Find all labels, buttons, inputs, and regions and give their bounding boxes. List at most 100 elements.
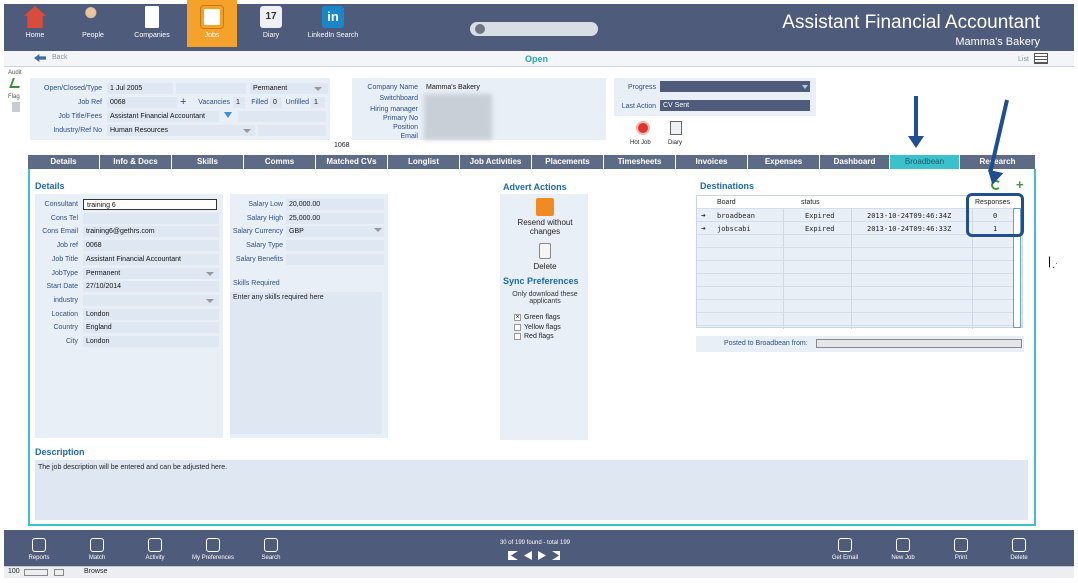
tab-research[interactable]: Research <box>960 155 1036 169</box>
next-record-icon[interactable] <box>538 551 546 560</box>
description-textarea[interactable]: The job description will be entered and … <box>35 460 1028 520</box>
audit-label[interactable]: Audit <box>8 70 22 76</box>
posted-from-field[interactable] <box>816 339 1022 348</box>
tab-broadbean[interactable]: Broadbean <box>890 155 960 170</box>
tab-longlist[interactable]: Longlist <box>388 155 460 169</box>
tab-info-docs[interactable]: Info & Docs <box>100 155 172 169</box>
green-flags-checkbox[interactable]: × <box>514 314 521 321</box>
closed-date-field[interactable] <box>176 83 246 94</box>
first-record-icon[interactable] <box>508 551 518 560</box>
tab-timesheets[interactable]: Timesheets <box>604 155 676 169</box>
country-field[interactable]: England <box>83 322 219 334</box>
unfilled-field[interactable]: 1 <box>311 97 325 108</box>
salary-low-field[interactable]: 20,000.00 <box>286 199 384 210</box>
search-button[interactable]: Search <box>243 532 299 561</box>
nav-home[interactable]: Home <box>10 4 60 47</box>
tab-comms[interactable]: Comms <box>244 155 316 169</box>
open-date-field[interactable]: 1 Jul 2005 <box>107 83 173 94</box>
delete-label: Delete <box>1010 555 1028 561</box>
board-cell: broadbean <box>717 212 755 220</box>
progress-select[interactable] <box>660 81 810 92</box>
filled-field[interactable]: 0 <box>270 97 282 108</box>
location-field[interactable]: London <box>83 308 219 320</box>
list-view-label[interactable]: List <box>1018 56 1029 63</box>
salary-type-field[interactable] <box>286 240 384 252</box>
back-button[interactable]: Back <box>52 54 68 61</box>
nav-companies[interactable]: Companies <box>127 4 177 47</box>
start-date-field[interactable]: 27/10/2014 <box>83 281 219 293</box>
row-arrow-icon[interactable]: ➔ <box>701 211 706 220</box>
nav-jobs[interactable]: Jobs <box>187 0 237 47</box>
delete-advert-button[interactable]: Delete <box>503 262 587 271</box>
reports-button[interactable]: Reports <box>11 532 67 561</box>
industry-select[interactable]: Human Resources <box>107 125 255 136</box>
trash-icon[interactable] <box>539 243 551 259</box>
fees-field[interactable] <box>238 111 326 122</box>
skills-required-textarea[interactable]: Enter any skills required here <box>230 292 382 434</box>
tab-details[interactable]: Details <box>28 155 100 169</box>
new-job-button[interactable]: New Job <box>875 532 931 561</box>
activity-icon <box>148 538 162 552</box>
job-title-field[interactable]: Assistant Financial Accountant <box>107 111 219 122</box>
match-button[interactable]: Match <box>69 532 125 561</box>
city-field[interactable]: London <box>83 336 219 347</box>
salary-benefits-field[interactable] <box>286 253 384 265</box>
nav-diary[interactable]: 17 Diary <box>246 4 296 47</box>
flag-icon[interactable] <box>12 102 20 112</box>
column-header-status[interactable]: status <box>801 199 820 206</box>
nav-linkedin-search[interactable]: in LinkedIn Search <box>305 4 361 47</box>
add-icon[interactable]: + <box>180 96 186 108</box>
resend-button[interactable]: Resend without changes <box>503 218 587 236</box>
tab-dashboard[interactable]: Dashboard <box>820 155 890 169</box>
nav-people[interactable]: People <box>68 4 118 47</box>
print-button[interactable]: Print <box>933 532 989 561</box>
last-action-field[interactable]: CV Sent <box>660 100 810 111</box>
tab-skills[interactable]: Skills <box>172 155 244 169</box>
job-title-field[interactable]: Assistant Financial Accountant <box>83 253 219 265</box>
add-icon[interactable]: + <box>1016 177 1024 192</box>
ref-no-field[interactable] <box>258 125 326 136</box>
empty-table-row <box>697 300 1022 313</box>
tab-matched-cvs[interactable]: Matched CVs <box>316 155 388 169</box>
row-arrow-icon[interactable]: ➔ <box>701 224 706 233</box>
salary-high-field[interactable]: 25,000.00 <box>286 212 384 224</box>
cons-tel-field[interactable] <box>83 212 219 224</box>
previous-record-icon[interactable] <box>524 551 532 560</box>
diary-label[interactable]: Diary <box>668 140 682 146</box>
audit-icon[interactable] <box>9 78 23 88</box>
hot-job-icon[interactable] <box>636 121 650 135</box>
column-header-board[interactable]: Board <box>717 199 736 206</box>
get-email-button[interactable]: Get Email <box>817 532 873 561</box>
job-ref-field[interactable]: 0068 <box>83 240 219 252</box>
salary-currency-field[interactable]: GBP <box>286 226 384 238</box>
posted-from-label: Posted to Broadbean from: <box>724 340 808 347</box>
hot-job-label[interactable]: Hot Job <box>630 140 651 146</box>
chevron-down-icon <box>374 228 382 232</box>
tab-expenses[interactable]: Expenses <box>748 155 820 169</box>
yellow-flags-checkbox[interactable] <box>514 323 521 331</box>
industry-field[interactable] <box>83 294 219 306</box>
jobtype-field[interactable]: Permanent <box>83 267 219 279</box>
my-preferences-button[interactable]: My Preferences <box>185 532 241 561</box>
resend-icon[interactable] <box>536 198 554 216</box>
last-record-icon[interactable] <box>552 551 560 560</box>
zoom-controls[interactable] <box>24 569 48 576</box>
zoom-level[interactable]: 100 <box>8 568 20 575</box>
delete-button[interactable]: Delete <box>991 532 1047 561</box>
vacancies-field[interactable]: 1 <box>233 97 245 108</box>
red-flags-checkbox[interactable] <box>514 333 521 340</box>
activity-button[interactable]: Activity <box>127 532 183 561</box>
tab-job-activities[interactable]: Job Activities <box>460 155 532 169</box>
job-ref-field[interactable]: 0068 <box>107 97 177 108</box>
list-view-icon[interactable] <box>1034 53 1048 64</box>
tab-invoices[interactable]: Invoices <box>676 155 748 169</box>
company-name-field[interactable]: Mamma's Bakery <box>423 82 603 93</box>
tab-placements[interactable]: Placements <box>532 155 604 169</box>
consultant-field[interactable]: training 6 <box>83 199 217 210</box>
cons-email-field[interactable]: training6@gethrs.com <box>83 226 219 238</box>
flag-label[interactable]: Flag <box>8 94 22 100</box>
my-preferences-label: My Preferences <box>191 555 234 561</box>
layout-toggle-icon[interactable] <box>54 569 64 576</box>
diary-icon[interactable] <box>670 121 682 135</box>
global-search-input[interactable] <box>470 22 598 36</box>
